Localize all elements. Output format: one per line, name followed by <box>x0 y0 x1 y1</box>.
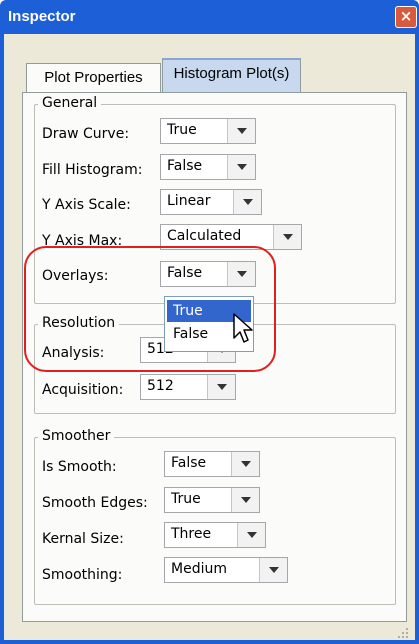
smooth-edges-label: Smooth Edges: <box>42 495 148 511</box>
tab-plot-properties[interactable]: Plot Properties <box>26 63 161 93</box>
is-smooth-label: Is Smooth: <box>42 459 117 475</box>
kernal-size-label: Kernal Size: <box>42 531 124 547</box>
fill-histogram-label: Fill Histogram: <box>42 162 143 178</box>
general-group-title: General <box>38 95 102 111</box>
chevron-down-icon[interactable] <box>227 155 255 179</box>
window-title: Inspector <box>8 8 76 25</box>
y-axis-scale-label: Y Axis Scale: <box>42 197 131 213</box>
resize-grip-icon[interactable] <box>396 626 410 640</box>
draw-curve-select[interactable]: True <box>160 118 256 144</box>
y-axis-scale-value: Linear <box>167 193 211 209</box>
acquisition-select[interactable]: 512 <box>140 374 236 400</box>
acquisition-label: Acquisition: <box>42 382 124 398</box>
smoothing-select[interactable]: Medium <box>164 557 288 583</box>
smoothing-label: Smoothing: <box>42 567 123 583</box>
tab-histogram-plots[interactable]: Histogram Plot(s) <box>162 58 301 92</box>
chevron-down-icon[interactable] <box>259 558 287 582</box>
chevron-down-icon[interactable] <box>233 190 261 214</box>
is-smooth-value: False <box>171 455 207 471</box>
chevron-down-icon[interactable] <box>231 452 259 476</box>
draw-curve-label: Draw Curve: <box>42 126 130 142</box>
chevron-down-icon[interactable] <box>237 523 265 547</box>
smoothing-value: Medium <box>171 561 227 577</box>
chevron-down-icon[interactable] <box>273 225 301 249</box>
close-icon[interactable]: × <box>395 6 417 28</box>
kernal-size-value: Three <box>171 526 212 542</box>
draw-curve-value: True <box>167 122 197 138</box>
acquisition-value: 512 <box>147 378 174 394</box>
smooth-edges-select[interactable]: True <box>164 487 260 513</box>
smoother-group-title: Smoother <box>38 428 115 444</box>
kernal-size-select[interactable]: Three <box>164 522 266 548</box>
y-axis-max-value: Calculated <box>167 228 242 244</box>
smooth-edges-value: True <box>171 491 201 507</box>
y-axis-scale-select[interactable]: Linear <box>160 189 262 215</box>
mouse-pointer-icon <box>233 313 253 343</box>
is-smooth-select[interactable]: False <box>164 451 260 477</box>
chevron-down-icon[interactable] <box>207 375 235 399</box>
chevron-down-icon[interactable] <box>231 488 259 512</box>
fill-histogram-value: False <box>167 158 203 174</box>
fill-histogram-select[interactable]: False <box>160 154 256 180</box>
chevron-down-icon[interactable] <box>227 119 255 143</box>
title-bar[interactable]: Inspector × <box>0 0 419 34</box>
annotation-highlight <box>24 246 276 372</box>
